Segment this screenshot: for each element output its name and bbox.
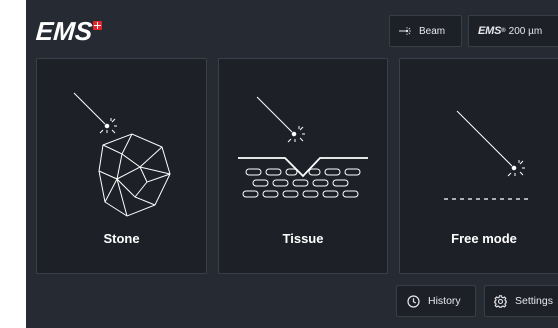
mode-label-tissue: Tissue <box>282 231 324 246</box>
gear-icon <box>494 294 507 308</box>
beam-label: Beam <box>419 25 446 37</box>
history-label: History <box>428 295 461 307</box>
fiber-brand: EMS <box>478 25 502 37</box>
logo-text: EMS <box>34 16 94 46</box>
fiber-size-value: 200 µm <box>508 25 543 37</box>
clock-icon <box>407 294 420 308</box>
fiber-brand-registered: ® <box>501 28 506 34</box>
free-mode-illustration <box>444 110 528 200</box>
settings-label: Settings <box>515 295 553 307</box>
app-screen: EMS Beam EMS ® 200 µm Stone Tissue Free … <box>26 0 558 328</box>
beam-button[interactable]: Beam <box>389 15 462 47</box>
tissue-illustration <box>238 96 368 198</box>
history-button[interactable]: History <box>396 285 476 317</box>
mode-label-free: Free mode <box>451 231 517 246</box>
swiss-cross-icon <box>93 21 103 30</box>
ems-logo: EMS <box>34 16 103 46</box>
stone-illustration <box>73 92 171 217</box>
beam-icon <box>399 26 411 36</box>
mode-label-stone: Stone <box>103 231 140 246</box>
mode-card-free[interactable]: Free mode <box>399 58 558 274</box>
settings-button[interactable]: Settings <box>484 285 558 317</box>
mode-card-stone[interactable]: Stone <box>36 58 207 274</box>
mode-card-tissue[interactable]: Tissue <box>218 58 388 274</box>
fiber-button[interactable]: EMS ® 200 µm <box>468 15 558 47</box>
